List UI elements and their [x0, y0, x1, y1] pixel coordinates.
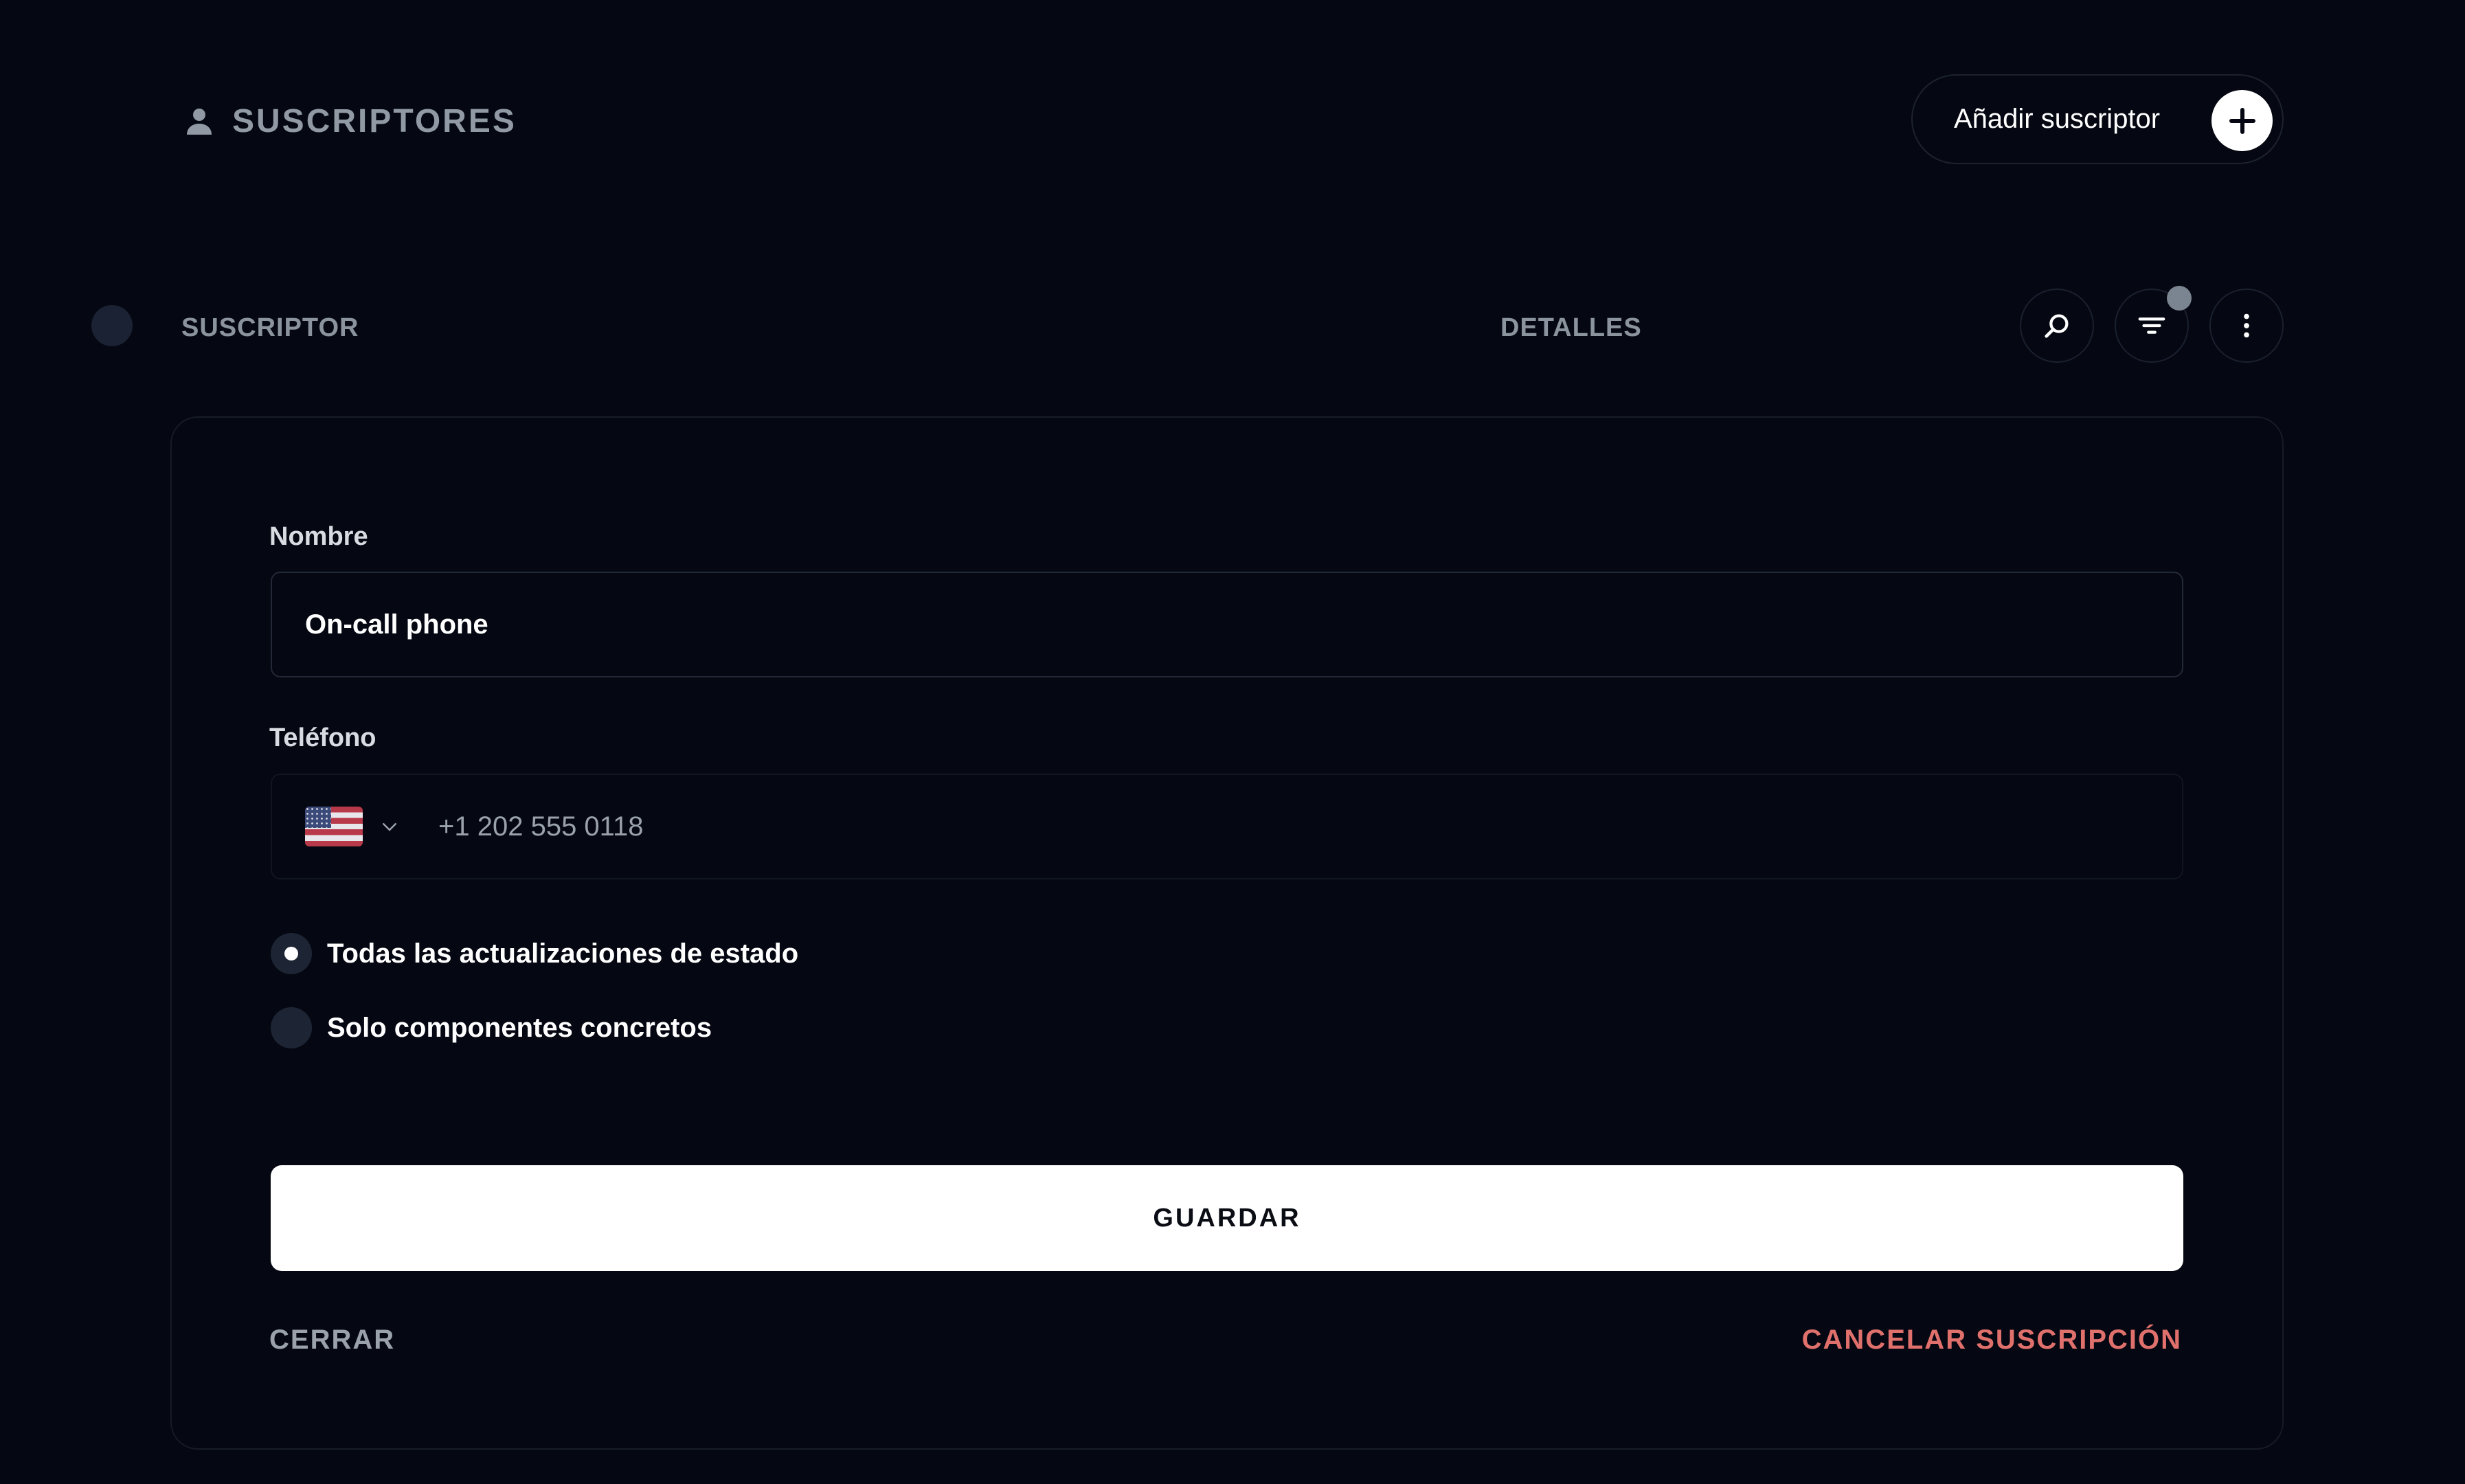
phone-input-value: +1 202 555 0118 [438, 811, 644, 842]
radio-button[interactable] [271, 1007, 312, 1048]
us-flag-icon[interactable] [305, 807, 363, 846]
column-header-subscriber[interactable]: SUSCRIPTOR [181, 313, 359, 343]
radio-specific-components-label: Solo componentes concretos [327, 1012, 712, 1043]
save-button[interactable]: GUARDAR [271, 1165, 2183, 1271]
filter-icon [2138, 317, 2165, 334]
name-label: Nombre [269, 522, 368, 551]
plus-icon [2211, 90, 2273, 151]
add-subscriber-button[interactable]: Añadir suscriptor [1911, 74, 2284, 164]
filter-active-badge [2167, 286, 2192, 311]
more-vertical-icon [2244, 313, 2249, 338]
name-input-value: On-call phone [305, 609, 488, 640]
phone-label: Teléfono [269, 723, 376, 752]
chevron-down-icon[interactable] [379, 816, 400, 837]
name-input[interactable]: On-call phone [271, 572, 2183, 677]
radio-button-selected[interactable] [271, 933, 312, 974]
search-icon [2045, 314, 2069, 338]
phone-input[interactable]: +1 202 555 0118 [271, 774, 2183, 879]
search-button[interactable] [2020, 289, 2094, 363]
save-button-label: GUARDAR [1153, 1203, 1301, 1233]
user-icon [187, 109, 212, 135]
page-title: SUSCRIPTORES [183, 100, 517, 142]
radio-all-updates-label: Todas las actualizaciones de estado [327, 938, 799, 969]
subscribers-page: SUSCRIPTORES Añadir suscriptor SUSCRIPTO… [0, 0, 2465, 1484]
add-subscriber-label: Añadir suscriptor [1954, 104, 2161, 134]
more-options-button[interactable] [2209, 289, 2284, 363]
radio-specific-components[interactable]: Solo componentes concretos [271, 1007, 712, 1048]
page-title-text: SUSCRIPTORES [232, 102, 517, 139]
radio-all-updates[interactable]: Todas las actualizaciones de estado [271, 933, 798, 974]
select-all-checkbox[interactable] [91, 305, 133, 346]
column-header-details[interactable]: DETALLES [1500, 313, 1642, 343]
unsubscribe-button[interactable]: CANCELAR SUSCRIPCIÓN [1802, 1325, 2182, 1356]
close-button[interactable]: CERRAR [269, 1325, 395, 1356]
